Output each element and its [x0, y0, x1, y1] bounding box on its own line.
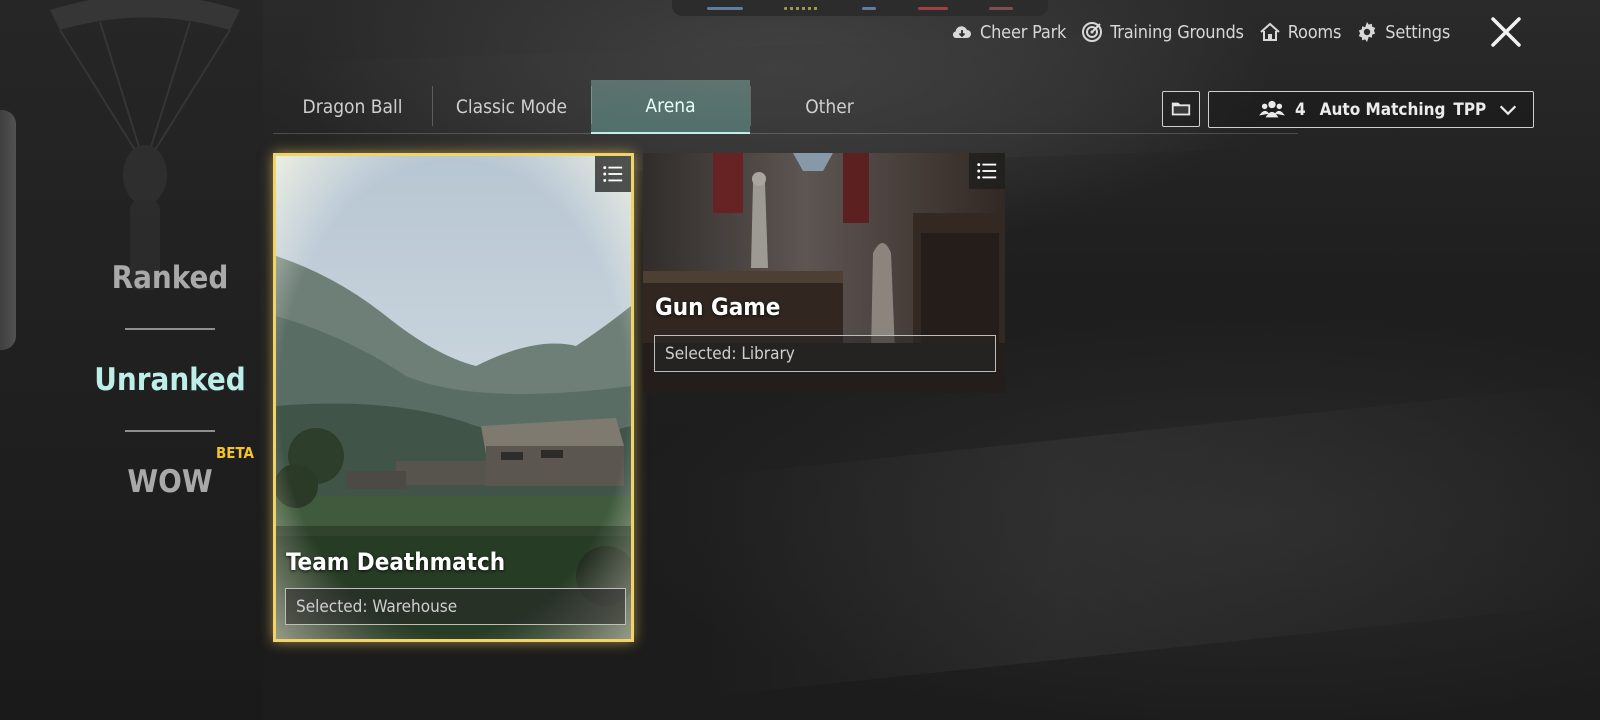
- status-segment: [989, 6, 1014, 10]
- mode-wow[interactable]: WOW BETA: [100, 432, 254, 532]
- nav-label: Settings: [1385, 21, 1451, 43]
- home-icon: [1260, 22, 1280, 41]
- top-navigation: Cheer Park Training Grounds Rooms Settin…: [950, 14, 1450, 50]
- perspective-label: TPP: [1453, 99, 1487, 120]
- card-menu-button[interactable]: [969, 153, 1005, 189]
- nav-label: Rooms: [1287, 21, 1342, 43]
- nav-label: Cheer Park: [980, 21, 1067, 43]
- mode-unranked[interactable]: Unranked: [94, 330, 246, 430]
- status-segment: [917, 6, 948, 10]
- team-size: 4: [1295, 99, 1306, 120]
- ranking-mode-list: Ranked Unranked WOW BETA: [94, 228, 254, 532]
- team-icon: [1259, 100, 1285, 117]
- folder-button[interactable]: [1162, 91, 1200, 127]
- selected-map-field[interactable]: Selected: Warehouse: [285, 588, 626, 625]
- list-icon: [603, 166, 623, 182]
- card-menu-button[interactable]: [595, 156, 631, 192]
- tab-label: Classic Mode: [455, 96, 568, 118]
- card-team-deathmatch[interactable]: Team Deathmatch Selected: Warehouse: [273, 153, 634, 642]
- tab-classic-mode[interactable]: Classic Mode: [432, 80, 591, 134]
- mode-label: WOW: [127, 464, 213, 500]
- matching-label: Auto Matching: [1319, 99, 1446, 120]
- nav-label: Training Grounds: [1110, 21, 1244, 43]
- mode-label: Unranked: [94, 362, 246, 398]
- tab-other[interactable]: Other: [750, 80, 909, 134]
- tab-dragon-ball[interactable]: Dragon Ball: [273, 80, 432, 134]
- tab-label: Other: [805, 96, 854, 118]
- selected-map-field[interactable]: Selected: Library: [654, 335, 996, 372]
- close-button[interactable]: [1488, 14, 1524, 50]
- beta-badge: BETA: [216, 444, 254, 462]
- chevron-down-icon: [1499, 105, 1517, 115]
- card-title: Gun Game: [655, 293, 781, 321]
- tabs-divider: [273, 133, 1298, 134]
- mode-tabs: Dragon Ball Classic Mode Arena Other: [273, 80, 909, 134]
- tab-label: Arena: [645, 95, 696, 117]
- target-icon: [1082, 22, 1103, 42]
- gear-icon: [1359, 22, 1376, 42]
- nav-settings[interactable]: Settings: [1355, 20, 1450, 44]
- card-title: Team Deathmatch: [286, 548, 506, 576]
- nav-training-grounds[interactable]: Training Grounds: [1080, 20, 1244, 44]
- tab-arena[interactable]: Arena: [591, 80, 750, 134]
- list-icon: [977, 163, 997, 179]
- nav-rooms[interactable]: Rooms: [1258, 20, 1341, 44]
- status-segment: [706, 6, 743, 10]
- status-segment: [861, 6, 876, 10]
- tab-label: Dragon Ball: [302, 96, 403, 118]
- cloud-icon: [952, 26, 971, 38]
- status-segment: [784, 6, 821, 10]
- matching-dropdown[interactable]: 4 Auto Matching TPP: [1208, 91, 1534, 128]
- card-gun-game[interactable]: Gun Game Selected: Library: [643, 153, 1005, 393]
- close-icon: [1491, 17, 1521, 47]
- folder-icon: [1171, 102, 1191, 116]
- nav-cheer-park[interactable]: Cheer Park: [950, 20, 1066, 44]
- side-drawer-handle[interactable]: [0, 110, 16, 350]
- mode-label: Ranked: [111, 260, 229, 296]
- mode-ranked[interactable]: Ranked: [100, 228, 240, 328]
